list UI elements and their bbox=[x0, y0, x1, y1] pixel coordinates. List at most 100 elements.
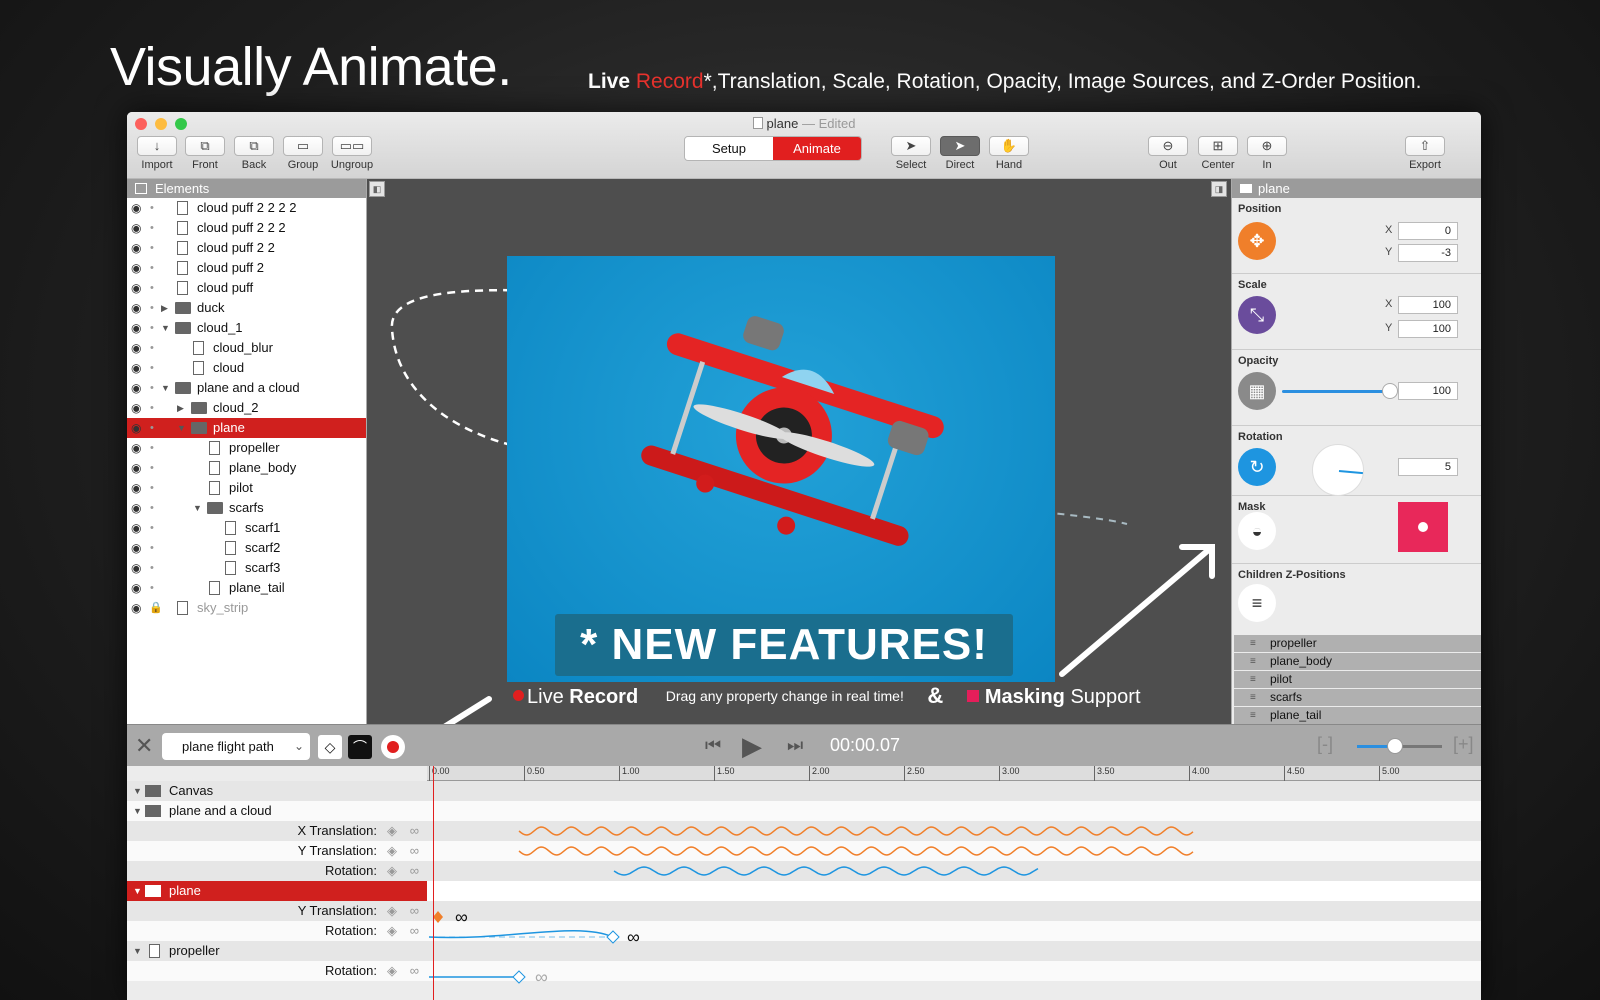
timeline-zoom-slider[interactable] bbox=[1357, 738, 1442, 754]
opacity-slider-knob[interactable] bbox=[1382, 383, 1398, 399]
child-z-item[interactable]: ≡ pilot bbox=[1234, 671, 1481, 688]
element-row[interactable]: ◉ • ▼ cloud_1 bbox=[127, 318, 366, 338]
element-row[interactable]: ◉ • plane_body bbox=[127, 458, 366, 478]
rotate-icon[interactable]: ↻ bbox=[1238, 448, 1276, 486]
play-icon[interactable]: ▶ bbox=[742, 731, 762, 762]
position-x-field[interactable]: 0 bbox=[1398, 222, 1458, 240]
track-property-row[interactable]: Rotation: ◈ ∞ bbox=[127, 861, 427, 881]
skip-end-icon[interactable]: ⏭ bbox=[787, 735, 803, 756]
eye-icon[interactable]: ◉ bbox=[131, 598, 141, 618]
eye-icon[interactable]: ◉ bbox=[131, 338, 141, 358]
element-row[interactable]: ◉ • ▼ plane bbox=[127, 418, 366, 438]
lock-dot-icon[interactable]: • bbox=[150, 518, 154, 538]
zoom-out-timeline-icon[interactable]: [-] bbox=[1317, 734, 1333, 755]
eye-icon[interactable]: ◉ bbox=[131, 578, 141, 598]
element-row[interactable]: ◉ • scarf2 bbox=[127, 538, 366, 558]
import-button[interactable]: ↓ Import bbox=[135, 136, 179, 171]
element-row[interactable]: ◉ • cloud bbox=[127, 358, 366, 378]
record-button[interactable] bbox=[381, 735, 405, 759]
group-button[interactable]: ▭ Group bbox=[281, 136, 325, 171]
element-row[interactable]: ◉ • propeller bbox=[127, 438, 366, 458]
keyframe-diamond-icon[interactable]: ◈ bbox=[387, 861, 397, 881]
keyframe-diamond-icon[interactable]: ◈ bbox=[387, 841, 397, 861]
child-z-item[interactable]: ≡ propeller bbox=[1234, 635, 1481, 652]
loop-icon[interactable]: ∞ bbox=[410, 861, 419, 881]
element-row[interactable]: ◉ • ▶ cloud_2 bbox=[127, 398, 366, 418]
eye-icon[interactable]: ◉ bbox=[131, 558, 141, 578]
track-property-row[interactable]: Y Translation: ◈ ∞ bbox=[127, 901, 427, 921]
lock-dot-icon[interactable]: • bbox=[150, 278, 154, 298]
lock-dot-icon[interactable]: • bbox=[150, 338, 154, 358]
eye-icon[interactable]: ◉ bbox=[131, 318, 141, 338]
disclosure-open-icon[interactable]: ▼ bbox=[133, 941, 142, 961]
direct-tool-button[interactable]: ➤ Direct bbox=[938, 136, 982, 171]
keyframe-diamond-icon[interactable]: ◈ bbox=[387, 961, 397, 981]
drag-handle-icon[interactable]: ≡ bbox=[1250, 707, 1256, 724]
loop-icon[interactable]: ∞ bbox=[410, 901, 419, 921]
zoom-out-button[interactable]: ⊖ Out bbox=[1146, 136, 1190, 171]
back-button[interactable]: ⧉ Back bbox=[232, 136, 276, 171]
eye-icon[interactable]: ◉ bbox=[131, 378, 141, 398]
opacity-field[interactable]: 100 bbox=[1398, 382, 1458, 400]
path-select[interactable]: plane flight path ⌄ bbox=[162, 733, 310, 760]
element-row[interactable]: ◉ • ▼ scarfs bbox=[127, 498, 366, 518]
lock-dot-icon[interactable]: • bbox=[150, 578, 154, 598]
front-button[interactable]: ⧉ Front bbox=[183, 136, 227, 171]
lock-dot-icon[interactable]: • bbox=[150, 258, 154, 278]
element-row[interactable]: ◉ • cloud_blur bbox=[127, 338, 366, 358]
track-group-row[interactable]: ▼ plane and a cloud bbox=[127, 801, 427, 821]
element-row[interactable]: ◉ • cloud puff 2 bbox=[127, 258, 366, 278]
ungroup-button[interactable]: ▭▭ Ungroup bbox=[330, 136, 374, 171]
eye-icon[interactable]: ◉ bbox=[131, 478, 141, 498]
zoom-in-timeline-icon[interactable]: [+] bbox=[1453, 734, 1474, 755]
eye-icon[interactable]: ◉ bbox=[131, 298, 141, 318]
lock-dot-icon[interactable]: • bbox=[150, 418, 154, 438]
lock-icon[interactable]: 🔒 bbox=[149, 598, 163, 618]
lock-dot-icon[interactable]: • bbox=[150, 378, 154, 398]
disclosure-open-icon[interactable]: ▼ bbox=[161, 318, 170, 338]
curve-icon[interactable]: ⌒ bbox=[348, 735, 372, 759]
child-z-item[interactable]: ≡ scarfs bbox=[1234, 689, 1481, 706]
disclosure-open-icon[interactable]: ▼ bbox=[133, 801, 142, 821]
hand-tool-button[interactable]: ✋ Hand bbox=[987, 136, 1031, 171]
zoom-in-button[interactable]: ⊕ In bbox=[1245, 136, 1289, 171]
element-row[interactable]: ◉ • scarf1 bbox=[127, 518, 366, 538]
element-row[interactable]: ◉ • cloud puff 2 2 bbox=[127, 238, 366, 258]
animate-mode-button[interactable]: Animate bbox=[773, 137, 861, 160]
element-row[interactable]: ◉ • ▼ plane and a cloud bbox=[127, 378, 366, 398]
child-z-item[interactable]: ≡ plane_tail bbox=[1234, 707, 1481, 724]
eye-icon[interactable]: ◉ bbox=[131, 418, 141, 438]
track-property-row[interactable]: Rotation: ◈ ∞ bbox=[127, 921, 427, 941]
scale-icon[interactable]: ⤡ bbox=[1238, 296, 1276, 334]
drag-handle-icon[interactable]: ≡ bbox=[1250, 635, 1256, 652]
track-property-row[interactable]: X Translation: ◈ ∞ bbox=[127, 821, 427, 841]
eye-icon[interactable]: ◉ bbox=[131, 538, 141, 558]
center-button[interactable]: ⊞ Center bbox=[1196, 136, 1240, 171]
eye-icon[interactable]: ◉ bbox=[131, 238, 141, 258]
disclosure-closed-icon[interactable]: ▶ bbox=[161, 298, 168, 318]
keyframe-icon[interactable]: ◇ bbox=[318, 735, 342, 759]
setup-mode-button[interactable]: Setup bbox=[685, 137, 773, 160]
track-property-row[interactable]: Y Translation: ◈ ∞ bbox=[127, 841, 427, 861]
eye-icon[interactable]: ◉ bbox=[131, 498, 141, 518]
lock-dot-icon[interactable]: • bbox=[150, 358, 154, 378]
eye-icon[interactable]: ◉ bbox=[131, 198, 141, 218]
element-row[interactable]: ◉ • ▶ duck bbox=[127, 298, 366, 318]
drag-handle-icon[interactable]: ≡ bbox=[1250, 671, 1256, 688]
disclosure-open-icon[interactable]: ▼ bbox=[133, 881, 142, 901]
lock-dot-icon[interactable]: • bbox=[150, 218, 154, 238]
disclosure-open-icon[interactable]: ▼ bbox=[177, 418, 186, 438]
lock-dot-icon[interactable]: • bbox=[150, 198, 154, 218]
track-group-row[interactable]: ▼ Canvas bbox=[127, 781, 427, 801]
lock-dot-icon[interactable]: • bbox=[150, 238, 154, 258]
lock-dot-icon[interactable]: • bbox=[150, 498, 154, 518]
tracks-area[interactable]: ∞ ∞ ∞ bbox=[427, 781, 1481, 1000]
move-arrows-icon[interactable]: ✥ bbox=[1238, 222, 1276, 260]
eye-icon[interactable]: ◉ bbox=[131, 458, 141, 478]
eye-icon[interactable]: ◉ bbox=[131, 438, 141, 458]
eye-icon[interactable]: ◉ bbox=[131, 518, 141, 538]
select-tool-button[interactable]: ➤ Select bbox=[889, 136, 933, 171]
eye-icon[interactable]: ◉ bbox=[131, 218, 141, 238]
element-row[interactable]: ◉ • scarf3 bbox=[127, 558, 366, 578]
lock-dot-icon[interactable]: • bbox=[150, 478, 154, 498]
